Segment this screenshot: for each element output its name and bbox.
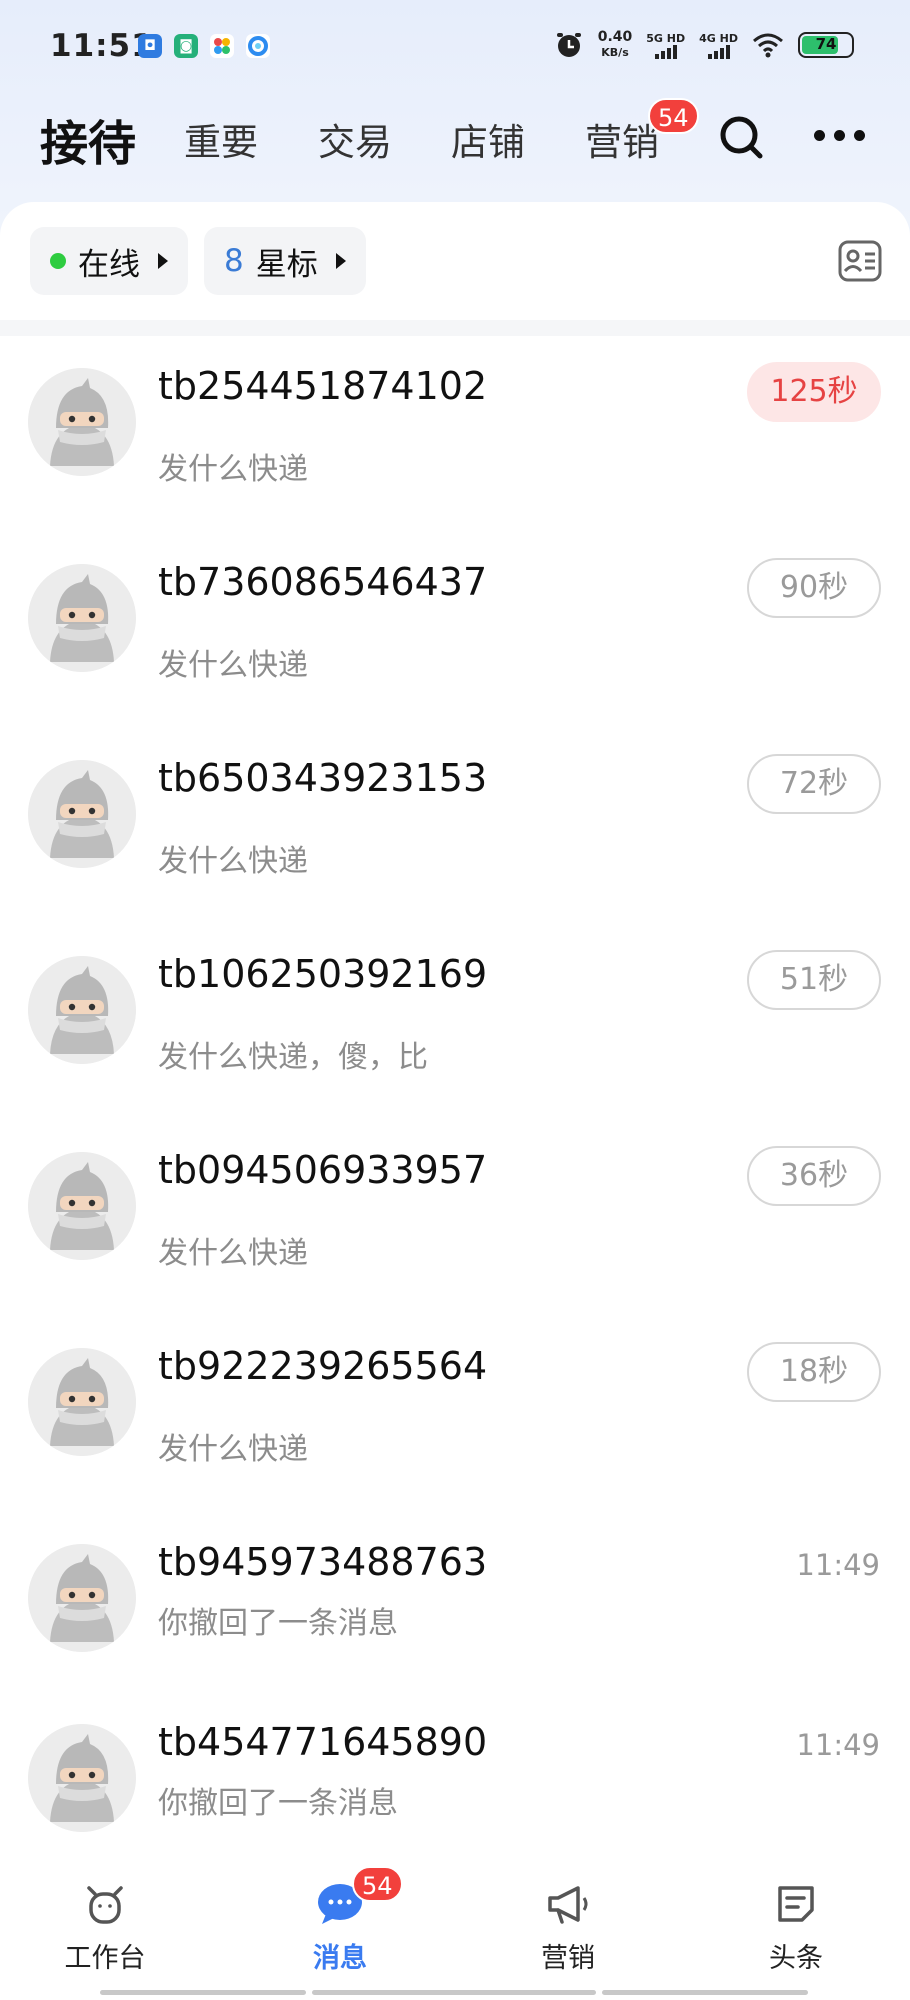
customer-name: tb922239265564 xyxy=(158,1344,488,1388)
signal-sim2: 4G HD xyxy=(699,32,738,59)
network-speed: 0.40 KB/s xyxy=(598,30,633,60)
battery-icon: 74 xyxy=(798,32,854,58)
wait-timer-badge: 51秒 xyxy=(747,950,881,1010)
app-notification-icon: ◙ xyxy=(174,34,198,58)
app-notification-icon xyxy=(210,34,234,58)
nav-headlines[interactable]: 头条 xyxy=(716,1880,876,1975)
nav-workbench[interactable]: 工作台 xyxy=(25,1880,185,1975)
conversation-row[interactable]: tb254451874102 发什么快递 125秒 xyxy=(0,336,910,516)
status-bar: 11:51 ◘ ◙ 0.40 KB/s 5G HD 4G HD 74 xyxy=(0,0,910,95)
star-label: 星标 xyxy=(255,246,318,283)
wait-timer-badge: 36秒 xyxy=(747,1146,881,1206)
app-notification-icon: ◘ xyxy=(138,34,162,58)
avatar[interactable] xyxy=(28,368,136,476)
online-dot-icon xyxy=(50,253,66,269)
nav-messages-label: 消息 xyxy=(313,1943,367,1974)
last-message: 你撤回了一条消息 xyxy=(158,1786,398,1821)
signal-bars-icon xyxy=(654,44,677,59)
last-message: 发什么快递 xyxy=(158,452,308,487)
avatar[interactable] xyxy=(28,1544,136,1652)
online-status-filter[interactable]: 在线 xyxy=(30,227,188,295)
online-label: 在线 xyxy=(78,246,140,283)
customer-name: tb254451874102 xyxy=(158,364,488,408)
message-time: 11:49 xyxy=(796,1728,880,1762)
caret-right-icon xyxy=(158,253,168,269)
app-notification-icon xyxy=(246,34,270,58)
news-icon xyxy=(778,1886,814,1922)
section-divider xyxy=(0,320,910,336)
wait-timer-badge: 72秒 xyxy=(747,754,881,814)
sim1-label: 5G HD xyxy=(646,31,686,45)
last-message: 发什么快递 xyxy=(158,1432,308,1467)
notification-icons: ◘ ◙ xyxy=(138,34,270,58)
conversation-row[interactable]: tb922239265564 发什么快递 18秒 xyxy=(0,1316,910,1496)
conversation-row[interactable]: tb945973488763 你撤回了一条消息 11:49 xyxy=(0,1512,910,1692)
tab-reception[interactable]: 接待 xyxy=(40,104,136,174)
signal-bars-icon xyxy=(707,44,730,59)
nav-workbench-label: 工作台 xyxy=(64,1943,146,1974)
caret-right-icon xyxy=(335,253,346,269)
conversation-row[interactable]: tb650343923153 发什么快递 72秒 xyxy=(0,728,910,908)
conversation-row[interactable]: tb094506933957 发什么快递 36秒 xyxy=(0,1120,910,1300)
sim2-label: 4G HD xyxy=(699,31,738,45)
avatar[interactable] xyxy=(28,564,136,672)
starred-filter[interactable]: 8 星标 xyxy=(204,227,366,295)
alarm-icon xyxy=(556,33,581,57)
avatar[interactable] xyxy=(28,760,136,868)
wait-timer-badge: 18秒 xyxy=(747,1342,881,1402)
customer-name: tb106250392169 xyxy=(158,952,488,996)
top-tabs: 接待 重要 交易 店铺 营销 54 xyxy=(0,98,910,180)
last-message: 发什么快递 xyxy=(158,1236,308,1271)
more-icon[interactable] xyxy=(814,130,865,141)
customer-name: tb094506933957 xyxy=(158,1148,488,1192)
customer-name: tb945973488763 xyxy=(158,1540,488,1584)
message-time: 11:49 xyxy=(796,1548,880,1582)
nav-headlines-label: 头条 xyxy=(769,1943,823,1974)
conversation-row[interactable]: tb106250392169 发什么快递，傻，比 51秒 xyxy=(0,924,910,1104)
status-right: 0.40 KB/s 5G HD 4G HD 74 xyxy=(554,30,854,60)
avatar[interactable] xyxy=(28,956,136,1064)
tab-store[interactable]: 店铺 xyxy=(451,112,525,166)
last-message: 发什么快递 xyxy=(158,844,308,879)
nav-marketing-label: 营销 xyxy=(541,1943,595,1974)
signal-sim1: 5G HD xyxy=(646,32,685,59)
conversation-row[interactable]: tb454771645890 你撤回了一条消息 11:49 xyxy=(0,1692,910,1872)
cow-icon xyxy=(87,1886,123,1924)
customer-name: tb650343923153 xyxy=(158,756,488,800)
last-message: 发什么快递，傻，比 xyxy=(158,1040,428,1075)
avatar[interactable] xyxy=(28,1152,136,1260)
contact-card-icon[interactable] xyxy=(838,240,882,282)
avatar[interactable] xyxy=(28,1724,136,1832)
messages-badge: 54 xyxy=(352,1866,403,1902)
tab-transactions[interactable]: 交易 xyxy=(318,112,392,166)
star-count: 8 xyxy=(224,243,244,279)
wait-timer-badge: 90秒 xyxy=(747,558,881,618)
network-speed-unit: KB/s xyxy=(601,46,629,59)
nav-messages[interactable]: 消息 54 xyxy=(260,1866,420,1975)
customer-name: tb454771645890 xyxy=(158,1720,488,1764)
wifi-icon xyxy=(753,33,783,58)
wait-timer-badge: 125秒 xyxy=(747,362,881,422)
marketing-badge: 54 xyxy=(648,98,699,134)
filter-bar: 在线 8 星标 xyxy=(30,227,366,295)
gesture-bar xyxy=(100,1990,808,1995)
tab-important[interactable]: 重要 xyxy=(184,112,258,166)
last-message: 发什么快递 xyxy=(158,648,308,683)
conversation-row[interactable]: tb736086546437 发什么快递 90秒 xyxy=(0,532,910,712)
megaphone-icon xyxy=(548,1886,588,1924)
customer-name: tb736086546437 xyxy=(158,560,488,604)
search-icon[interactable] xyxy=(716,112,766,162)
bottom-navigation: 工作台 消息 54 营销 头条 xyxy=(0,1862,910,2000)
battery-level: 74 xyxy=(815,35,837,53)
last-message: 你撤回了一条消息 xyxy=(158,1606,398,1641)
network-speed-value: 0.40 xyxy=(597,29,633,45)
nav-marketing[interactable]: 营销 xyxy=(488,1880,648,1975)
content-card: 在线 8 星标 tb254451874102 发什么快递 125秒 tb7360865… xyxy=(0,202,910,2000)
avatar[interactable] xyxy=(28,1348,136,1456)
